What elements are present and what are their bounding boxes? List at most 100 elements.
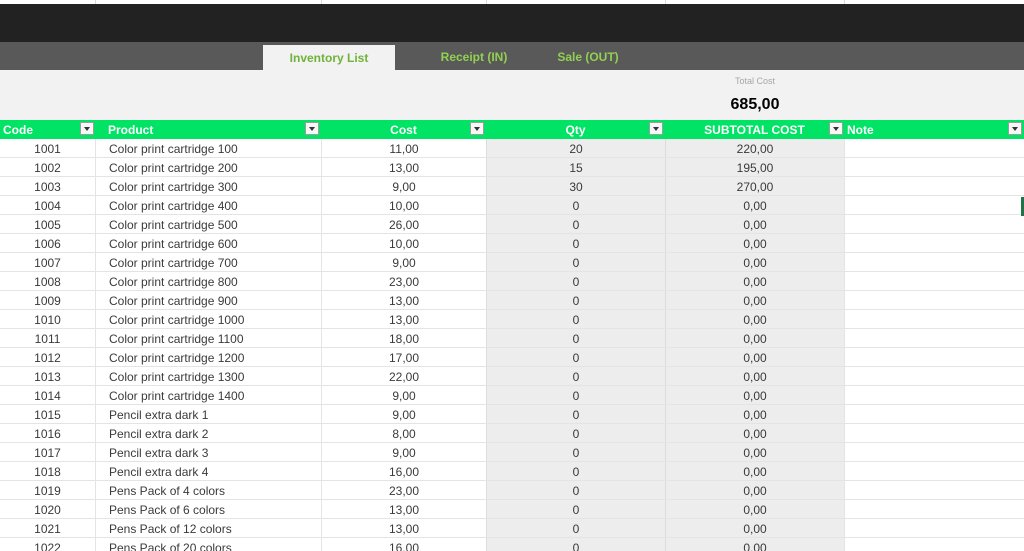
cell-qty[interactable]: 0 bbox=[486, 424, 665, 442]
cell-subtotal[interactable]: 0,00 bbox=[665, 234, 844, 252]
cell-product[interactable]: Color print cartridge 100 bbox=[95, 139, 321, 157]
cell-product[interactable]: Color print cartridge 700 bbox=[95, 253, 321, 271]
cell-cost[interactable]: 13,00 bbox=[321, 310, 486, 328]
cell-note[interactable] bbox=[844, 367, 1024, 385]
cell-qty[interactable]: 0 bbox=[486, 348, 665, 366]
cell-code[interactable]: 1009 bbox=[0, 291, 95, 309]
cell-note[interactable] bbox=[844, 196, 1024, 214]
filter-dropdown-icon[interactable] bbox=[1008, 122, 1022, 135]
cell-cost[interactable]: 16,00 bbox=[321, 538, 486, 551]
cell-subtotal[interactable]: 0,00 bbox=[665, 443, 844, 461]
cell-note[interactable] bbox=[844, 443, 1024, 461]
cell-product[interactable]: Color print cartridge 1000 bbox=[95, 310, 321, 328]
cell-cost[interactable]: 9,00 bbox=[321, 253, 486, 271]
cell-code[interactable]: 1012 bbox=[0, 348, 95, 366]
cell-note[interactable] bbox=[844, 519, 1024, 537]
cell-product[interactable]: Color print cartridge 500 bbox=[95, 215, 321, 233]
cell-cost[interactable]: 13,00 bbox=[321, 158, 486, 176]
header-qty[interactable]: Qty bbox=[486, 120, 665, 139]
cell-cost[interactable]: 9,00 bbox=[321, 443, 486, 461]
cell-code[interactable]: 1011 bbox=[0, 329, 95, 347]
cell-product[interactable]: Pencil extra dark 1 bbox=[95, 405, 321, 423]
filter-dropdown-icon[interactable] bbox=[470, 122, 484, 135]
cell-note[interactable] bbox=[844, 386, 1024, 404]
cell-product[interactable]: Color print cartridge 800 bbox=[95, 272, 321, 290]
cell-code[interactable]: 1001 bbox=[0, 139, 95, 157]
cell-subtotal[interactable]: 0,00 bbox=[665, 253, 844, 271]
cell-code[interactable]: 1007 bbox=[0, 253, 95, 271]
cell-product[interactable]: Color print cartridge 200 bbox=[95, 158, 321, 176]
cell-product[interactable]: Pencil extra dark 2 bbox=[95, 424, 321, 442]
header-note[interactable]: Note bbox=[844, 120, 1024, 139]
cell-code[interactable]: 1021 bbox=[0, 519, 95, 537]
cell-product[interactable]: Pens Pack of 12 colors bbox=[95, 519, 321, 537]
cell-qty[interactable]: 0 bbox=[486, 462, 665, 480]
header-subtotal-cost[interactable]: SUBTOTAL COST bbox=[665, 120, 844, 139]
cell-qty[interactable]: 0 bbox=[486, 291, 665, 309]
cell-subtotal[interactable]: 0,00 bbox=[665, 462, 844, 480]
cell-cost[interactable]: 13,00 bbox=[321, 291, 486, 309]
cell-product[interactable]: Color print cartridge 1400 bbox=[95, 386, 321, 404]
cell-subtotal[interactable]: 195,00 bbox=[665, 158, 844, 176]
cell-qty[interactable]: 0 bbox=[486, 519, 665, 537]
cell-cost[interactable]: 18,00 bbox=[321, 329, 486, 347]
cell-subtotal[interactable]: 0,00 bbox=[665, 386, 844, 404]
cell-note[interactable] bbox=[844, 500, 1024, 518]
cell-qty[interactable]: 0 bbox=[486, 196, 665, 214]
cell-code[interactable]: 1014 bbox=[0, 386, 95, 404]
cell-subtotal[interactable]: 0,00 bbox=[665, 329, 844, 347]
cell-qty[interactable]: 0 bbox=[486, 234, 665, 252]
cell-subtotal[interactable]: 0,00 bbox=[665, 196, 844, 214]
cell-product[interactable]: Pencil extra dark 4 bbox=[95, 462, 321, 480]
cell-qty[interactable]: 0 bbox=[486, 253, 665, 271]
cell-cost[interactable]: 23,00 bbox=[321, 481, 486, 499]
cell-cost[interactable]: 16,00 bbox=[321, 462, 486, 480]
cell-code[interactable]: 1010 bbox=[0, 310, 95, 328]
cell-qty[interactable]: 0 bbox=[486, 329, 665, 347]
cell-product[interactable]: Color print cartridge 600 bbox=[95, 234, 321, 252]
cell-qty[interactable]: 0 bbox=[486, 215, 665, 233]
cell-qty[interactable]: 15 bbox=[486, 158, 665, 176]
cell-cost[interactable]: 13,00 bbox=[321, 519, 486, 537]
cell-note[interactable] bbox=[844, 177, 1024, 195]
cell-subtotal[interactable]: 0,00 bbox=[665, 367, 844, 385]
cell-cost[interactable]: 9,00 bbox=[321, 405, 486, 423]
cell-cost[interactable]: 9,00 bbox=[321, 177, 486, 195]
cell-subtotal[interactable]: 0,00 bbox=[665, 405, 844, 423]
cell-code[interactable]: 1015 bbox=[0, 405, 95, 423]
cell-note[interactable] bbox=[844, 291, 1024, 309]
cell-subtotal[interactable]: 0,00 bbox=[665, 500, 844, 518]
cell-note[interactable] bbox=[844, 481, 1024, 499]
cell-code[interactable]: 1006 bbox=[0, 234, 95, 252]
cell-cost[interactable]: 8,00 bbox=[321, 424, 486, 442]
cell-note[interactable] bbox=[844, 424, 1024, 442]
cell-subtotal[interactable]: 0,00 bbox=[665, 481, 844, 499]
cell-subtotal[interactable]: 220,00 bbox=[665, 139, 844, 157]
cell-subtotal[interactable]: 270,00 bbox=[665, 177, 844, 195]
cell-product[interactable]: Pens Pack of 4 colors bbox=[95, 481, 321, 499]
cell-code[interactable]: 1003 bbox=[0, 177, 95, 195]
cell-qty[interactable]: 0 bbox=[486, 310, 665, 328]
header-product[interactable]: Product bbox=[95, 120, 321, 139]
cell-qty[interactable]: 0 bbox=[486, 405, 665, 423]
cell-cost[interactable]: 17,00 bbox=[321, 348, 486, 366]
cell-qty[interactable]: 20 bbox=[486, 139, 665, 157]
tab-receipt-in[interactable]: Receipt (IN) bbox=[418, 42, 530, 70]
cell-product[interactable]: Color print cartridge 400 bbox=[95, 196, 321, 214]
cell-cost[interactable]: 23,00 bbox=[321, 272, 486, 290]
tab-sale-out[interactable]: Sale (OUT) bbox=[538, 42, 638, 70]
cell-subtotal[interactable]: 0,00 bbox=[665, 538, 844, 551]
cell-subtotal[interactable]: 0,00 bbox=[665, 291, 844, 309]
cell-cost[interactable]: 22,00 bbox=[321, 367, 486, 385]
filter-dropdown-icon[interactable] bbox=[305, 122, 319, 135]
cell-cost[interactable]: 26,00 bbox=[321, 215, 486, 233]
cell-note[interactable] bbox=[844, 139, 1024, 157]
cell-note[interactable] bbox=[844, 462, 1024, 480]
cell-code[interactable]: 1022 bbox=[0, 538, 95, 551]
cell-subtotal[interactable]: 0,00 bbox=[665, 310, 844, 328]
cell-qty[interactable]: 0 bbox=[486, 386, 665, 404]
cell-note[interactable] bbox=[844, 234, 1024, 252]
total-cost-value[interactable]: 685,00 bbox=[705, 96, 805, 114]
cell-code[interactable]: 1013 bbox=[0, 367, 95, 385]
cell-qty[interactable]: 0 bbox=[486, 500, 665, 518]
